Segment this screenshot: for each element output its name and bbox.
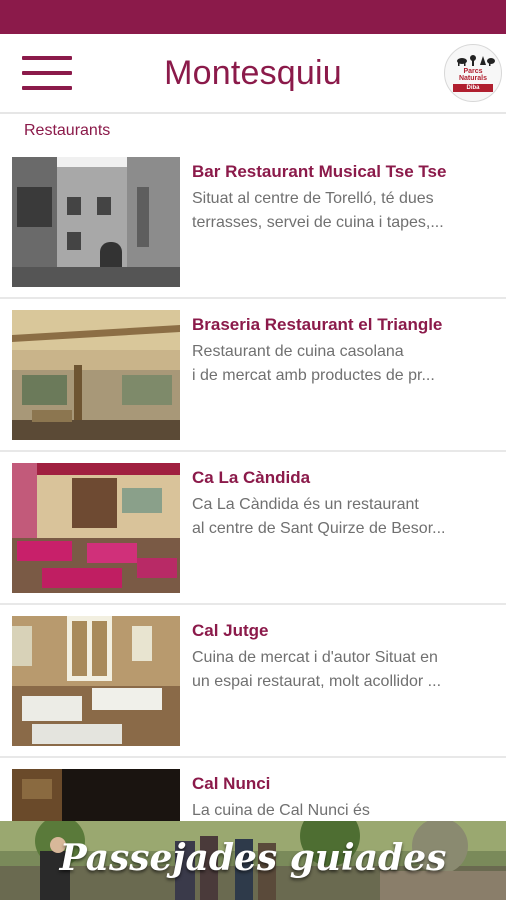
list-item[interactable]: Ca La Càndida Ca La Càndida és un restau… [0, 452, 506, 605]
parcs-naturals-logo[interactable]: Parcs Naturals Diba [444, 44, 502, 102]
restaurant-description: Situat al centre de Torelló, té dues ter… [192, 187, 494, 235]
description-line: terrasses, servei de cuina i tapes,... [192, 214, 444, 231]
app-bar: Montesquiu Parcs Naturals Diba [0, 34, 506, 114]
restaurant-name: Braseria Restaurant el Triangle [192, 315, 443, 334]
restaurant-thumbnail [12, 616, 180, 746]
description-line: un espai restaurat, molt acollidor ... [192, 673, 442, 690]
restaurant-description: La cuina de Cal Nunci és [192, 799, 494, 821]
description-line: La cuina de Cal Nunci és [192, 802, 370, 819]
section-label: Restaurants [24, 122, 111, 139]
list-item[interactable]: Cal Jutge Cuina de mercat i d'autor Situ… [0, 605, 506, 758]
logo-line-1: Parcs [463, 68, 483, 75]
status-bar [0, 0, 506, 34]
page-title: Montesquiu [164, 54, 342, 92]
description-line: al centre de Sant Quirze de Besor... [192, 520, 446, 537]
description-line: Situat al centre de Torelló, té dues [192, 190, 434, 207]
restaurant-thumbnail [12, 157, 180, 287]
banner-title: Passejades guiades [59, 837, 447, 879]
list-item[interactable]: Cal Nunci La cuina de Cal Nunci és [0, 758, 506, 821]
restaurant-thumbnail [12, 310, 180, 440]
restaurant-name: Cal Nunci [192, 774, 271, 793]
restaurant-list[interactable]: Bar Restaurant Musical Tse Tse Situat al… [0, 146, 506, 821]
description-line: i de mercat amb productes de pr... [192, 367, 435, 384]
description-line: Cuina de mercat i d'autor Situat en [192, 649, 438, 666]
guided-walks-banner[interactable]: Passejades guiades [0, 821, 506, 900]
restaurant-name: Ca La Càndida [192, 468, 311, 487]
restaurant-name: Bar Restaurant Musical Tse Tse [192, 162, 447, 181]
restaurant-thumbnail [12, 463, 180, 593]
list-item[interactable]: Braseria Restaurant el Triangle Restaura… [0, 299, 506, 452]
restaurant-description: Ca La Càndida és un restaurant al centre… [192, 493, 494, 541]
description-line: Restaurant de cuina casolana [192, 343, 404, 360]
logo-line-2: Naturals [458, 75, 487, 82]
description-line: Ca La Càndida és un restaurant [192, 496, 419, 513]
list-item[interactable]: Bar Restaurant Musical Tse Tse Situat al… [0, 146, 506, 299]
restaurant-name: Cal Jutge [192, 621, 269, 640]
restaurant-description: Restaurant de cuina casolana i de mercat… [192, 340, 494, 388]
restaurant-thumbnail [12, 769, 180, 821]
logo-line-3: Diba [453, 84, 493, 92]
restaurant-description: Cuina de mercat i d'autor Situat en un e… [192, 646, 494, 694]
